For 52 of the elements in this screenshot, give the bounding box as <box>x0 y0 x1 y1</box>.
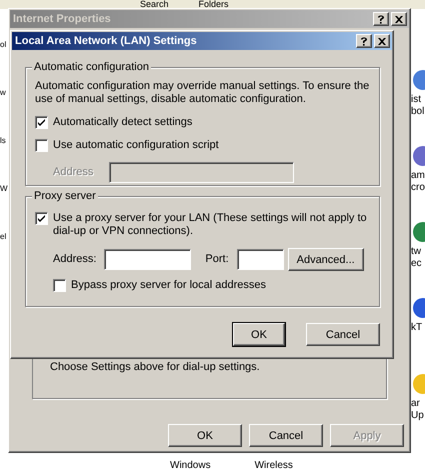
port-field[interactable] <box>236 249 284 270</box>
desktop-icon-label: cro <box>411 182 425 194</box>
description-text: Automatic configuration may override manual settings. To ensure the use of manual settings, disable automatic configuration. <box>35 80 370 106</box>
address-field[interactable] <box>104 249 192 270</box>
background-text: ls <box>0 136 6 146</box>
desktop-icon-label: ar <box>411 398 421 410</box>
desktop-icon-label: bol <box>411 106 425 118</box>
dialog-button[interactable]: OK <box>233 323 285 346</box>
question-mark-icon <box>377 14 385 24</box>
background-text: ol <box>0 40 6 50</box>
checkmark-icon <box>37 214 46 223</box>
close-button[interactable] <box>391 12 407 26</box>
checkbox[interactable] <box>35 139 48 152</box>
field-label: Port: <box>205 253 229 266</box>
background-text: W <box>0 184 8 194</box>
close-icon <box>378 38 386 44</box>
desktop-icon-label: Up <box>411 410 425 422</box>
desktop-icon-label: tw <box>411 246 422 258</box>
advanced-button[interactable]: Advanced... <box>288 248 364 271</box>
close-button[interactable] <box>374 34 390 48</box>
close-icon <box>395 16 403 22</box>
window-title: Internet Properties <box>13 13 112 25</box>
toolbar-button[interactable]: Search <box>140 0 169 9</box>
help-button[interactable] <box>373 12 389 26</box>
desktop-icon-label: ist <box>411 94 422 106</box>
icon-label: Windows <box>170 461 211 470</box>
field-label: Address: <box>53 253 96 266</box>
question-mark-icon <box>360 36 368 46</box>
checkbox-label: Bypass proxy server for local addresses <box>71 279 266 292</box>
icon-label: Wireless <box>254 461 293 470</box>
dialog-title: Local Area Network (LAN) Settings <box>15 35 198 47</box>
dialog-button[interactable]: Cancel <box>249 424 323 447</box>
group-label: Proxy server <box>32 190 98 203</box>
toolbar-button[interactable]: Folders <box>198 0 229 9</box>
checkbox[interactable] <box>53 279 66 292</box>
background-text: w <box>0 88 6 98</box>
note-text: Choose Settings above for dial-up settings. <box>50 361 261 374</box>
group-label: Automatic configuration <box>32 61 151 74</box>
desktop-icon-label: kT <box>411 322 424 334</box>
checkmark-icon <box>37 118 46 127</box>
field-label: Address <box>53 166 94 179</box>
dialog-button[interactable]: Cancel <box>306 323 380 346</box>
checkbox[interactable] <box>35 212 48 225</box>
desktop-icon-label: am <box>411 170 425 182</box>
checkbox[interactable] <box>35 116 48 129</box>
checkbox-label: Automatically detect settings <box>53 116 192 129</box>
desktop-icon-label: ec <box>411 258 423 270</box>
dialog-button[interactable]: OK <box>168 424 242 447</box>
checkbox-label: Use automatic configuration script <box>53 139 219 152</box>
background-text: el <box>0 232 6 242</box>
checkbox-label: Use a proxy server for your LAN (These settings will not apply to dial-up or VPN connections). <box>53 212 368 238</box>
help-button[interactable] <box>356 34 372 48</box>
